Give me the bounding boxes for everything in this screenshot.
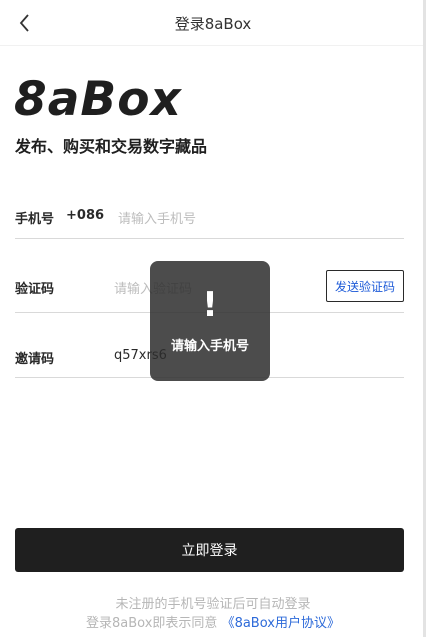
country-code[interactable]: +086 [66, 208, 104, 223]
verify-label: 验证码 [15, 282, 55, 297]
brand-tagline: 发布、购买和交易数字藏品 [15, 137, 208, 156]
agreement-link[interactable]: 《8aBox用户协议》 [222, 616, 340, 631]
toast-message: 请输入手机号 [170, 339, 249, 354]
phone-row: 手机号 +086 请输入手机号 [15, 190, 404, 239]
brand-logo: 8aBox [14, 72, 182, 127]
invite-label: 邀请码 [15, 352, 55, 367]
agreement-prefix: 登录8aBox即表示同意 [86, 616, 218, 631]
auto-register-note: 未注册的手机号验证后可自动登录 [115, 597, 311, 612]
exclamation-icon: ! [202, 285, 218, 325]
agreement-note: 登录8aBox即表示同意 《8aBox用户协议》 [0, 612, 426, 631]
phone-input[interactable]: 请输入手机号 [118, 208, 196, 227]
header-bar: 登录8aBox [0, 0, 426, 46]
login-button[interactable]: 立即登录 [15, 528, 404, 572]
toast-popup: ! 请输入手机号 [150, 261, 270, 381]
phone-label: 手机号 [15, 212, 55, 227]
send-code-button[interactable]: 发送验证码 [326, 270, 404, 302]
page-title: 登录8aBox [174, 15, 252, 33]
